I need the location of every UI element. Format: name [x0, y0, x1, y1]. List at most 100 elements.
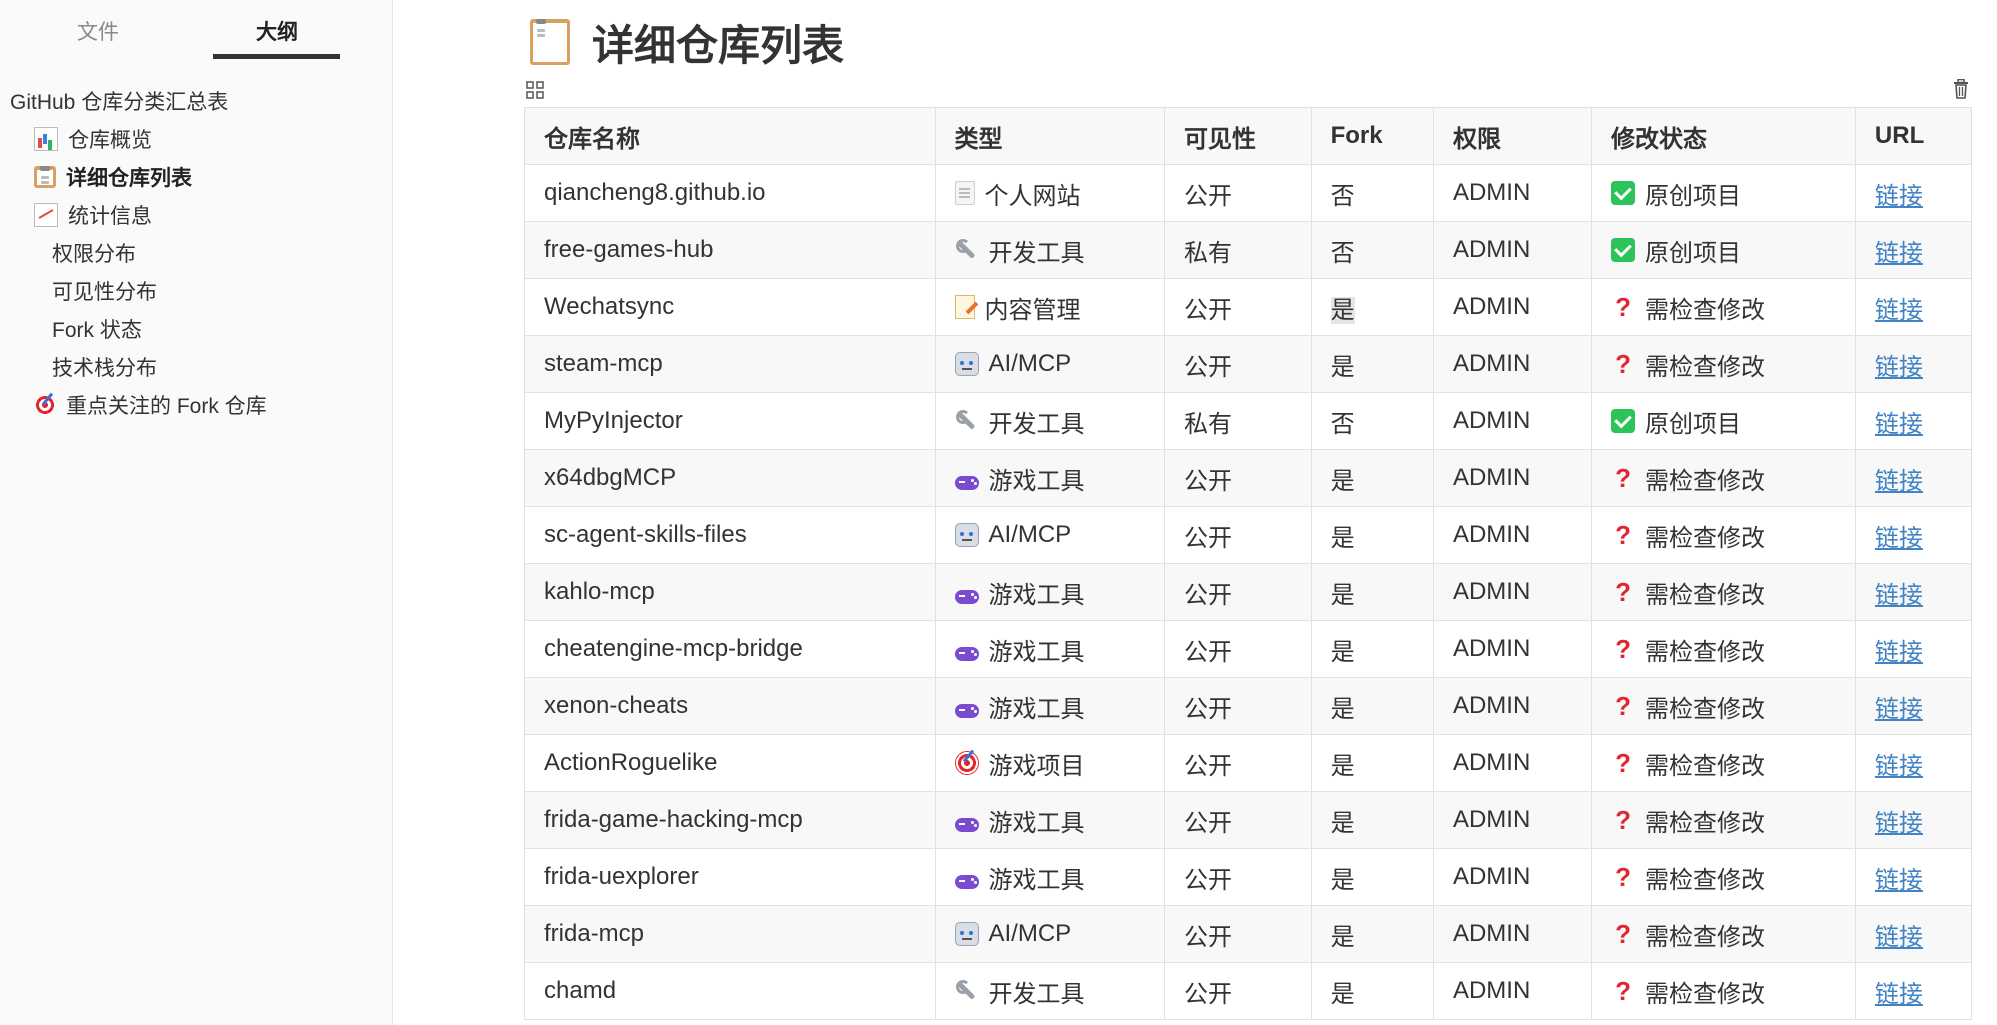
cell-fork-value: 是 [1330, 866, 1355, 894]
cell-status-label: 需检查修改 [1645, 980, 1766, 1008]
repo-link[interactable]: 链接 [1875, 639, 1923, 666]
repo-link[interactable]: 链接 [1875, 240, 1923, 267]
cell-repo-name: frida-uexplorer [524, 848, 936, 906]
column-header-type[interactable]: 类型 [934, 107, 1165, 165]
cell-type-label: 游戏项目 [988, 752, 1085, 780]
repo-link[interactable]: 链接 [1875, 924, 1923, 951]
cell-type: AI/MCP [934, 335, 1165, 393]
cell-visibility: 公开 [1163, 962, 1312, 1020]
cell-type-label: 游戏工具 [988, 638, 1085, 666]
cell-status: 原创项目 [1591, 221, 1856, 279]
repo-table: 仓库名称 类型 可见性 Fork 权限 修改状态 URL qiancheng8.… [524, 107, 1973, 1020]
robot-icon [954, 352, 979, 376]
repo-link[interactable]: 链接 [1875, 582, 1923, 609]
cell-type-label: 游戏工具 [988, 467, 1085, 495]
cell-url: 链接 [1854, 164, 1973, 222]
table-grid-icon[interactable] [526, 81, 544, 99]
repo-link[interactable]: 链接 [1875, 354, 1923, 381]
cell-status-label: 需检查修改 [1645, 467, 1766, 495]
cell-permission: ADMIN [1432, 962, 1593, 1020]
table-row: steam-mcp AI/MCP 公开是 ADMIN? 需检查修改 链接 [524, 335, 1973, 393]
cell-repo-name: steam-mcp [524, 335, 936, 393]
cell-type-label: 游戏工具 [988, 695, 1085, 723]
cell-fork-value: 否 [1330, 182, 1355, 210]
outline-item-label: 技术栈分布 [52, 357, 157, 380]
table-row: xenon-cheats 游戏工具 公开是 ADMIN? 需检查修改 链接 [524, 677, 1973, 735]
question-icon: ? [1615, 634, 1631, 664]
repo-link[interactable]: 链接 [1875, 696, 1923, 723]
cell-permission: ADMIN [1432, 278, 1593, 336]
repo-link[interactable]: 链接 [1875, 297, 1923, 324]
repo-link[interactable]: 链接 [1875, 525, 1923, 552]
cell-status-label: 需检查修改 [1645, 524, 1766, 552]
repo-link[interactable]: 链接 [1875, 867, 1923, 894]
cell-url: 链接 [1854, 221, 1973, 279]
cell-status: ? 需检查修改 [1591, 962, 1856, 1020]
outline-item-tech-stack[interactable]: 技术栈分布 [52, 352, 157, 382]
table-header-row: 仓库名称 类型 可见性 Fork 权限 修改状态 URL [524, 107, 1973, 165]
sidebar-tabs: 文件 大纲 [0, 0, 392, 62]
outline-item-label: 权限分布 [52, 243, 136, 266]
column-header-url[interactable]: URL [1854, 107, 1973, 165]
repo-link[interactable]: 链接 [1875, 981, 1923, 1008]
cell-status: ? 需检查修改 [1591, 563, 1856, 621]
repo-link[interactable]: 链接 [1875, 810, 1923, 837]
clipboard-icon [34, 166, 56, 188]
column-header-visibility[interactable]: 可见性 [1163, 107, 1312, 165]
column-header-permission[interactable]: 权限 [1432, 107, 1593, 165]
outline-item-detailed-list[interactable]: 详细仓库列表 [34, 162, 192, 192]
cell-fork: 是 [1310, 506, 1434, 564]
repo-link[interactable]: 链接 [1875, 183, 1923, 210]
cell-type-label: 游戏工具 [988, 809, 1085, 837]
column-header-status[interactable]: 修改状态 [1591, 107, 1856, 165]
outline-item-permission-dist[interactable]: 权限分布 [52, 238, 136, 268]
column-header-fork[interactable]: Fork [1310, 107, 1434, 165]
cell-repo-name: frida-mcp [524, 905, 936, 963]
column-header-name[interactable]: 仓库名称 [524, 107, 936, 165]
cell-visibility: 公开 [1163, 335, 1312, 393]
repo-link[interactable]: 链接 [1875, 468, 1923, 495]
cell-url: 链接 [1854, 962, 1973, 1020]
trash-icon[interactable] [1952, 79, 1970, 99]
outline-item-fork-status[interactable]: Fork 状态 [52, 314, 142, 344]
outline-item-visibility-dist[interactable]: 可见性分布 [52, 276, 157, 306]
cell-status-label: 需检查修改 [1645, 695, 1766, 723]
cell-status: ? 需检查修改 [1591, 335, 1856, 393]
cell-status-label: 需检查修改 [1645, 581, 1766, 609]
cell-fork: 是 [1310, 278, 1434, 336]
cell-status-label: 需检查修改 [1645, 752, 1766, 780]
outline-item-statistics[interactable]: 统计信息 [34, 200, 152, 230]
cell-url: 链接 [1854, 392, 1973, 450]
cell-permission: ADMIN [1432, 449, 1593, 507]
cell-type: 游戏项目 [934, 734, 1165, 792]
cell-url: 链接 [1854, 620, 1973, 678]
tab-files[interactable]: 文件 [34, 16, 162, 46]
cell-status: ? 需检查修改 [1591, 734, 1856, 792]
cell-visibility: 私有 [1163, 392, 1312, 450]
repo-link[interactable]: 链接 [1875, 411, 1923, 438]
cell-url: 链接 [1854, 449, 1973, 507]
cell-url: 链接 [1854, 278, 1973, 336]
cell-type: 开发工具 [934, 392, 1165, 450]
cell-fork: 是 [1310, 905, 1434, 963]
outline-item-label: 仓库概览 [68, 129, 152, 152]
repo-link[interactable]: 链接 [1875, 753, 1923, 780]
cell-type-label: AI/MCP [988, 920, 1072, 947]
outline-item-root[interactable]: GitHub 仓库分类汇总表 [10, 86, 228, 116]
cell-repo-name: ActionRoguelike [524, 734, 936, 792]
cell-fork: 是 [1310, 335, 1434, 393]
gamepad-icon [954, 704, 979, 718]
cell-fork-value: 是 [1330, 353, 1355, 381]
cell-url: 链接 [1854, 734, 1973, 792]
cell-status: ? 需检查修改 [1591, 848, 1856, 906]
cell-status-label: 需检查修改 [1645, 809, 1766, 837]
chart-increasing-icon [34, 203, 58, 227]
cell-permission: ADMIN [1432, 506, 1593, 564]
cell-url: 链接 [1854, 563, 1973, 621]
tab-outline[interactable]: 大纲 [213, 16, 341, 46]
outline-item-overview[interactable]: 仓库概览 [34, 124, 152, 154]
outline-item-label: 重点关注的 Fork 仓库 [66, 395, 267, 418]
question-icon: ? [1615, 520, 1631, 550]
robot-icon [954, 523, 979, 547]
outline-item-key-forks[interactable]: 重点关注的 Fork 仓库 [34, 390, 267, 420]
